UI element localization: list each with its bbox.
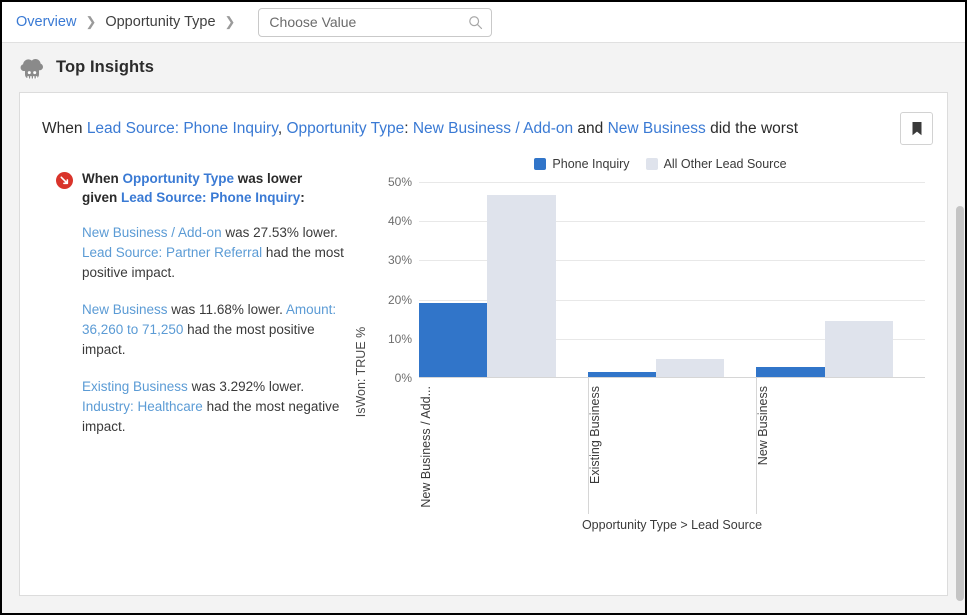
- insight-card: When Lead Source: Phone Inquiry, Opportu…: [19, 92, 948, 596]
- headline-row: When Lead Source: Phone Inquiry, Opportu…: [20, 93, 947, 145]
- x-axis-label-1: Existing Business: [588, 386, 602, 484]
- legend-item-1[interactable]: All Other Lead Source: [646, 157, 787, 171]
- y-tick-label-4: 40%: [372, 214, 412, 228]
- bar-groups: [419, 182, 925, 377]
- breadcrumb-separator-icon-2: ❯: [225, 14, 236, 30]
- headline-prefix: When: [42, 120, 87, 137]
- headline-link-new-business-addon[interactable]: New Business / Add-on: [413, 120, 573, 137]
- detail-3-text-1: was 3.292% lower.: [188, 379, 304, 394]
- detail-1-text-1: was 27.53% lower.: [222, 225, 338, 240]
- chart-plot-wrap: IsWon: TRUE % 0%10%20%30%40%50% New Busi…: [354, 182, 947, 562]
- headline-link-lead-source[interactable]: Lead Source: Phone Inquiry: [87, 120, 278, 137]
- bar-0-1[interactable]: [487, 195, 555, 377]
- x-label-cell-1: Existing Business: [588, 382, 757, 512]
- heading-p3: :: [300, 190, 305, 205]
- x-axis-labels: New Business / Add... Existing Business Ne…: [419, 382, 925, 512]
- top-insights-header: Top Insights: [2, 43, 965, 92]
- x-axis-label-0: New Business / Add...: [419, 386, 433, 508]
- heading-link-opportunity-type[interactable]: Opportunity Type: [123, 171, 235, 186]
- bookmark-icon: [911, 121, 923, 137]
- detail-1-link-2[interactable]: Lead Source: Partner Referral: [82, 245, 262, 260]
- x-label-cell-2: New Business: [756, 382, 925, 512]
- insight-headline: When Lead Source: Phone Inquiry, Opportu…: [42, 112, 900, 140]
- search-icon[interactable]: [468, 15, 483, 30]
- bar-2-0[interactable]: [756, 367, 824, 377]
- y-tick-label-1: 10%: [372, 332, 412, 346]
- bar-group-2: [756, 182, 925, 377]
- detail-3-link-1[interactable]: Existing Business: [82, 379, 188, 394]
- breadcrumb-item-overview[interactable]: Overview: [16, 14, 76, 30]
- bar-group-0: [419, 182, 588, 377]
- insight-content: When Opportunity Type was lower given Le…: [20, 145, 947, 562]
- detail-3-link-2[interactable]: Industry: Healthcare: [82, 399, 203, 414]
- vertical-scrollbar[interactable]: [954, 43, 965, 613]
- legend-label-0: Phone Inquiry: [552, 157, 629, 171]
- detail-2-link-1[interactable]: New Business: [82, 302, 168, 317]
- y-tick-label-0: 0%: [372, 371, 412, 385]
- y-axis-ticks: 0%10%20%30%40%50%: [372, 182, 412, 378]
- y-tick-label-3: 30%: [372, 253, 412, 267]
- insights-body: When Lead Source: Phone Inquiry, Opportu…: [2, 92, 965, 613]
- heading-p1: When: [82, 171, 123, 186]
- breadcrumb-separator-icon: ❯: [85, 14, 96, 30]
- bar-0-0[interactable]: [419, 303, 487, 377]
- legend-label-1: All Other Lead Source: [664, 157, 787, 171]
- x-axis-label-2: New Business: [756, 386, 770, 465]
- arrow-down-badge-icon: [56, 172, 73, 189]
- legend-swatch-icon-0: [534, 158, 546, 170]
- insight-detail-2: New Business was 11.68% lower. Amount: 3…: [82, 300, 344, 360]
- plot-area: [419, 182, 925, 378]
- insight-heading-row: When Opportunity Type was lower given Le…: [56, 169, 350, 207]
- choose-value-text: Choose Value: [269, 14, 468, 30]
- y-tick-label-2: 20%: [372, 293, 412, 307]
- page-title: Top Insights: [56, 58, 154, 77]
- insight-text-pane: When Opportunity Type was lower given Le…: [20, 169, 350, 562]
- detail-2-text-1: was 11.68% lower.: [168, 302, 286, 317]
- bookmark-button[interactable]: [900, 112, 933, 145]
- y-axis-title: IsWon: TRUE %: [354, 327, 368, 418]
- bar-group-1: [588, 182, 757, 377]
- legend-item-0[interactable]: Phone Inquiry: [534, 157, 629, 171]
- y-tick-label-5: 50%: [372, 175, 412, 189]
- x-axis-title: Opportunity Type > Lead Source: [419, 518, 925, 532]
- chart-legend: Phone Inquiry All Other Lead Source: [374, 157, 947, 171]
- headline-link-opportunity-type[interactable]: Opportunity Type: [286, 120, 404, 137]
- insight-chart: Phone InquiryAll Other Lead Source IsWon…: [350, 169, 947, 562]
- insights-window: Overview ❯ Opportunity Type ❯ Choose Val…: [0, 0, 967, 615]
- choose-value-input[interactable]: Choose Value: [258, 8, 492, 37]
- bar-1-1[interactable]: [656, 359, 724, 377]
- headline-suffix: did the worst: [706, 120, 798, 137]
- insight-detail-1: New Business / Add-on was 27.53% lower. …: [82, 223, 344, 283]
- bar-2-1[interactable]: [825, 321, 893, 377]
- bar-1-0[interactable]: [588, 372, 656, 377]
- insight-detail-3: Existing Business was 3.292% lower. Indu…: [82, 377, 344, 437]
- insight-heading-text: When Opportunity Type was lower given Le…: [82, 169, 314, 207]
- headline-link-new-business[interactable]: New Business: [608, 120, 706, 137]
- detail-1-link-1[interactable]: New Business / Add-on: [82, 225, 222, 240]
- headline-mid-3: and: [573, 120, 607, 137]
- headline-mid-2: :: [404, 120, 413, 137]
- legend-swatch-icon-1: [646, 158, 658, 170]
- breadcrumb: Overview ❯ Opportunity Type ❯ Choose Val…: [2, 2, 965, 43]
- scrollbar-thumb[interactable]: [956, 206, 964, 601]
- x-label-cell-0: New Business / Add...: [419, 382, 588, 512]
- heading-link-lead-source[interactable]: Lead Source: Phone Inquiry: [121, 190, 300, 205]
- einstein-cloud-icon: [19, 56, 45, 80]
- breadcrumb-item-opportunity-type[interactable]: Opportunity Type: [105, 14, 215, 30]
